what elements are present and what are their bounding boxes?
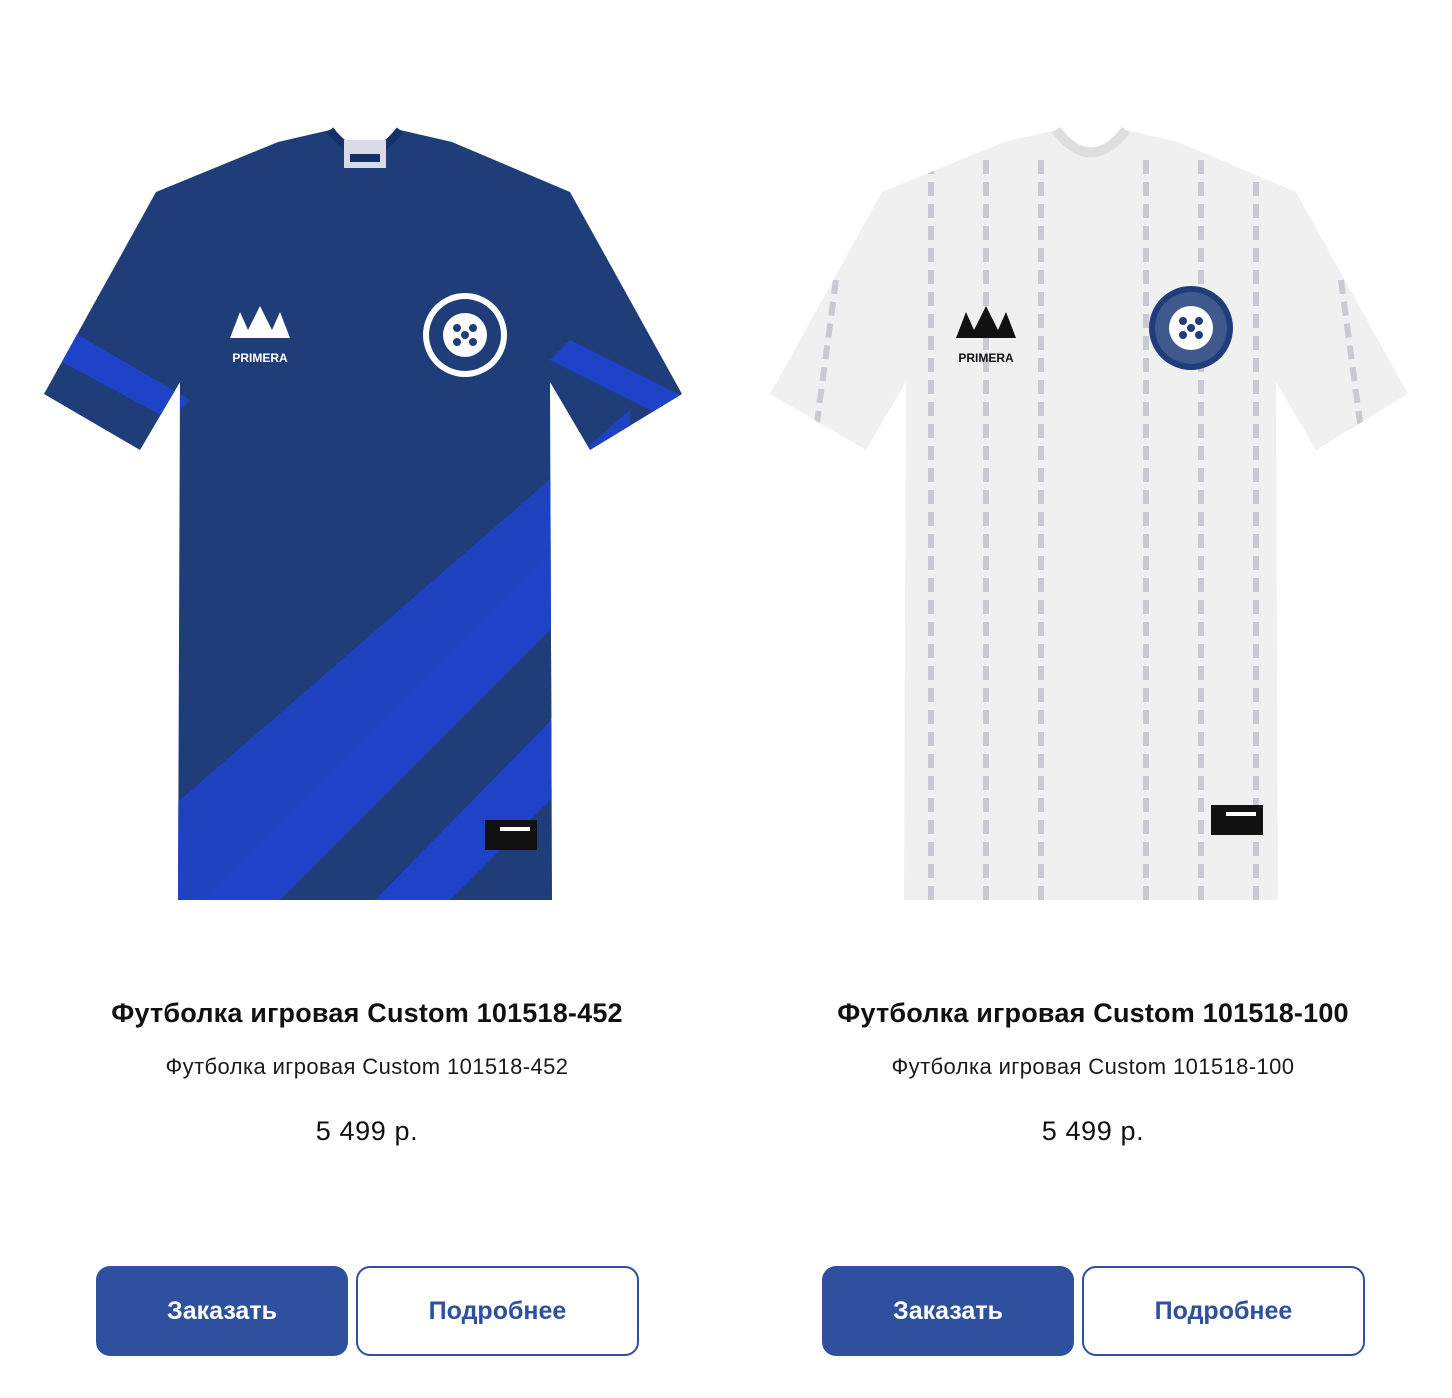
svg-text:PRIMERA: PRIMERA [232, 351, 288, 365]
details-button[interactable]: Подробнее [356, 1266, 639, 1356]
order-button[interactable]: Заказать [96, 1266, 348, 1356]
product-image[interactable]: PRIMERA [30, 100, 696, 900]
product-card: PRIMERA Футболка игровая Custom 101518-4… [0, 0, 726, 1398]
product-title[interactable]: Футболка игровая Custom 101518-100 [726, 998, 1452, 1029]
product-image[interactable]: PRIMERA [756, 100, 1422, 900]
product-description: Футболка игровая Custom 101518-452 [165, 1054, 569, 1079]
details-button[interactable]: Подробнее [1082, 1266, 1365, 1356]
product-price: 5 499 р. [315, 1116, 419, 1146]
order-button[interactable]: Заказать [822, 1266, 1074, 1356]
product-title[interactable]: Футболка игровая Custom 101518-452 [0, 998, 734, 1029]
product-price: 5 499 р. [1041, 1116, 1145, 1146]
product-description: Футболка игровая Custom 101518-100 [891, 1054, 1295, 1079]
svg-text:PRIMERA: PRIMERA [958, 351, 1014, 365]
product-card: PRIMERA Футболка игровая Custom 101518-1… [726, 0, 1452, 1398]
blue-jersey-image: PRIMERA [44, 127, 682, 900]
white-jersey-image: PRIMERA [770, 126, 1408, 900]
